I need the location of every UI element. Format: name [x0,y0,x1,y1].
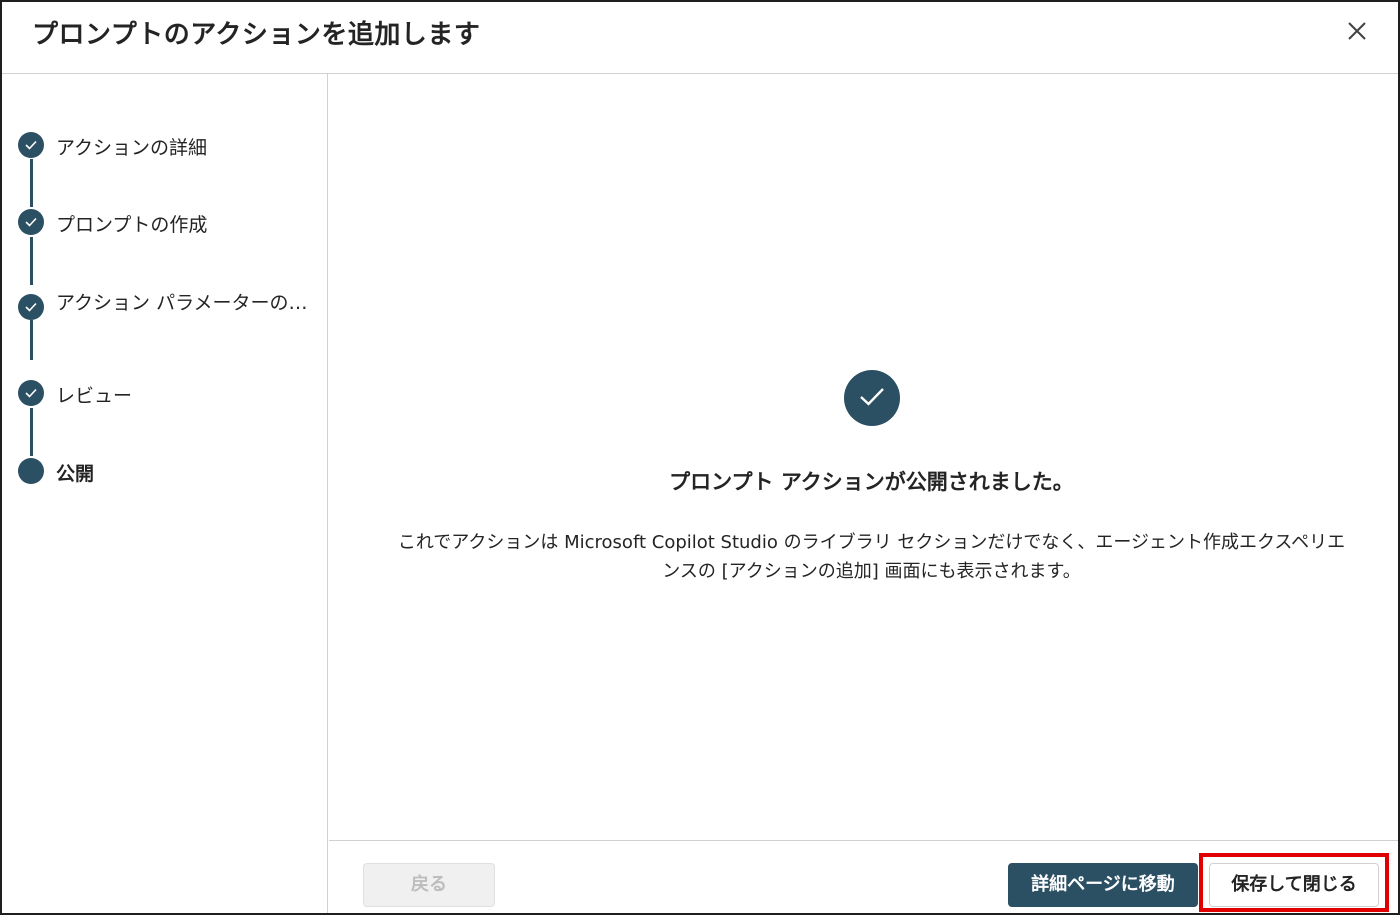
step-action-parameters[interactable]: アクション パラメーターの… [18,292,318,324]
step-current-marker [18,458,44,484]
step-connector [30,159,33,207]
step-label: 公開 [56,463,95,485]
step-label: アクションの詳細 [56,137,208,159]
step-completed-marker [18,209,44,235]
check-icon [25,140,37,150]
close-button[interactable] [1338,12,1376,50]
check-icon [25,302,37,312]
go-to-details-button[interactable]: 詳細ページに移動 [1008,863,1198,907]
back-button[interactable]: 戻る [363,863,495,907]
step-connector [30,237,33,285]
step-label: プロンプトの作成 [56,214,208,236]
step-connector [30,320,33,360]
step-publish[interactable]: 公開 [18,458,318,488]
save-and-close-button[interactable]: 保存して閉じる [1209,863,1379,907]
step-completed-marker [18,380,44,406]
wizard-steps: アクションの詳細 プロンプトの作成 アクション パラメーターの… レビュー 公開 [2,74,328,913]
success-check-icon [844,370,900,426]
step-completed-marker [18,294,44,320]
step-action-details[interactable]: アクションの詳細 [18,132,318,162]
close-icon [1348,22,1366,40]
step-label: アクション パラメーターの… [56,292,308,314]
add-prompt-action-dialog: プロンプトのアクションを追加します アクションの詳細 プロンプトの作成 アクショ… [0,0,1400,915]
check-icon [25,217,37,227]
step-review[interactable]: レビュー [18,380,318,410]
dialog-footer: 戻る 詳細ページに移動 保存して閉じる [329,840,1398,913]
check-icon [25,388,37,398]
step-label: レビュー [56,385,133,407]
step-connector [30,408,33,456]
main-content: プロンプト アクションが公開されました。 これでアクションは Microsoft… [329,74,1398,840]
step-completed-marker [18,132,44,158]
dialog-title: プロンプトのアクションを追加します [32,20,481,50]
success-message: これでアクションは Microsoft Copilot Studio のライブラ… [397,532,1346,582]
dialog-header: プロンプトのアクションを追加します [2,2,1398,74]
step-create-prompt[interactable]: プロンプトの作成 [18,209,318,239]
check-icon [860,388,884,406]
success-title: プロンプト アクションが公開されました。 [669,470,1074,494]
